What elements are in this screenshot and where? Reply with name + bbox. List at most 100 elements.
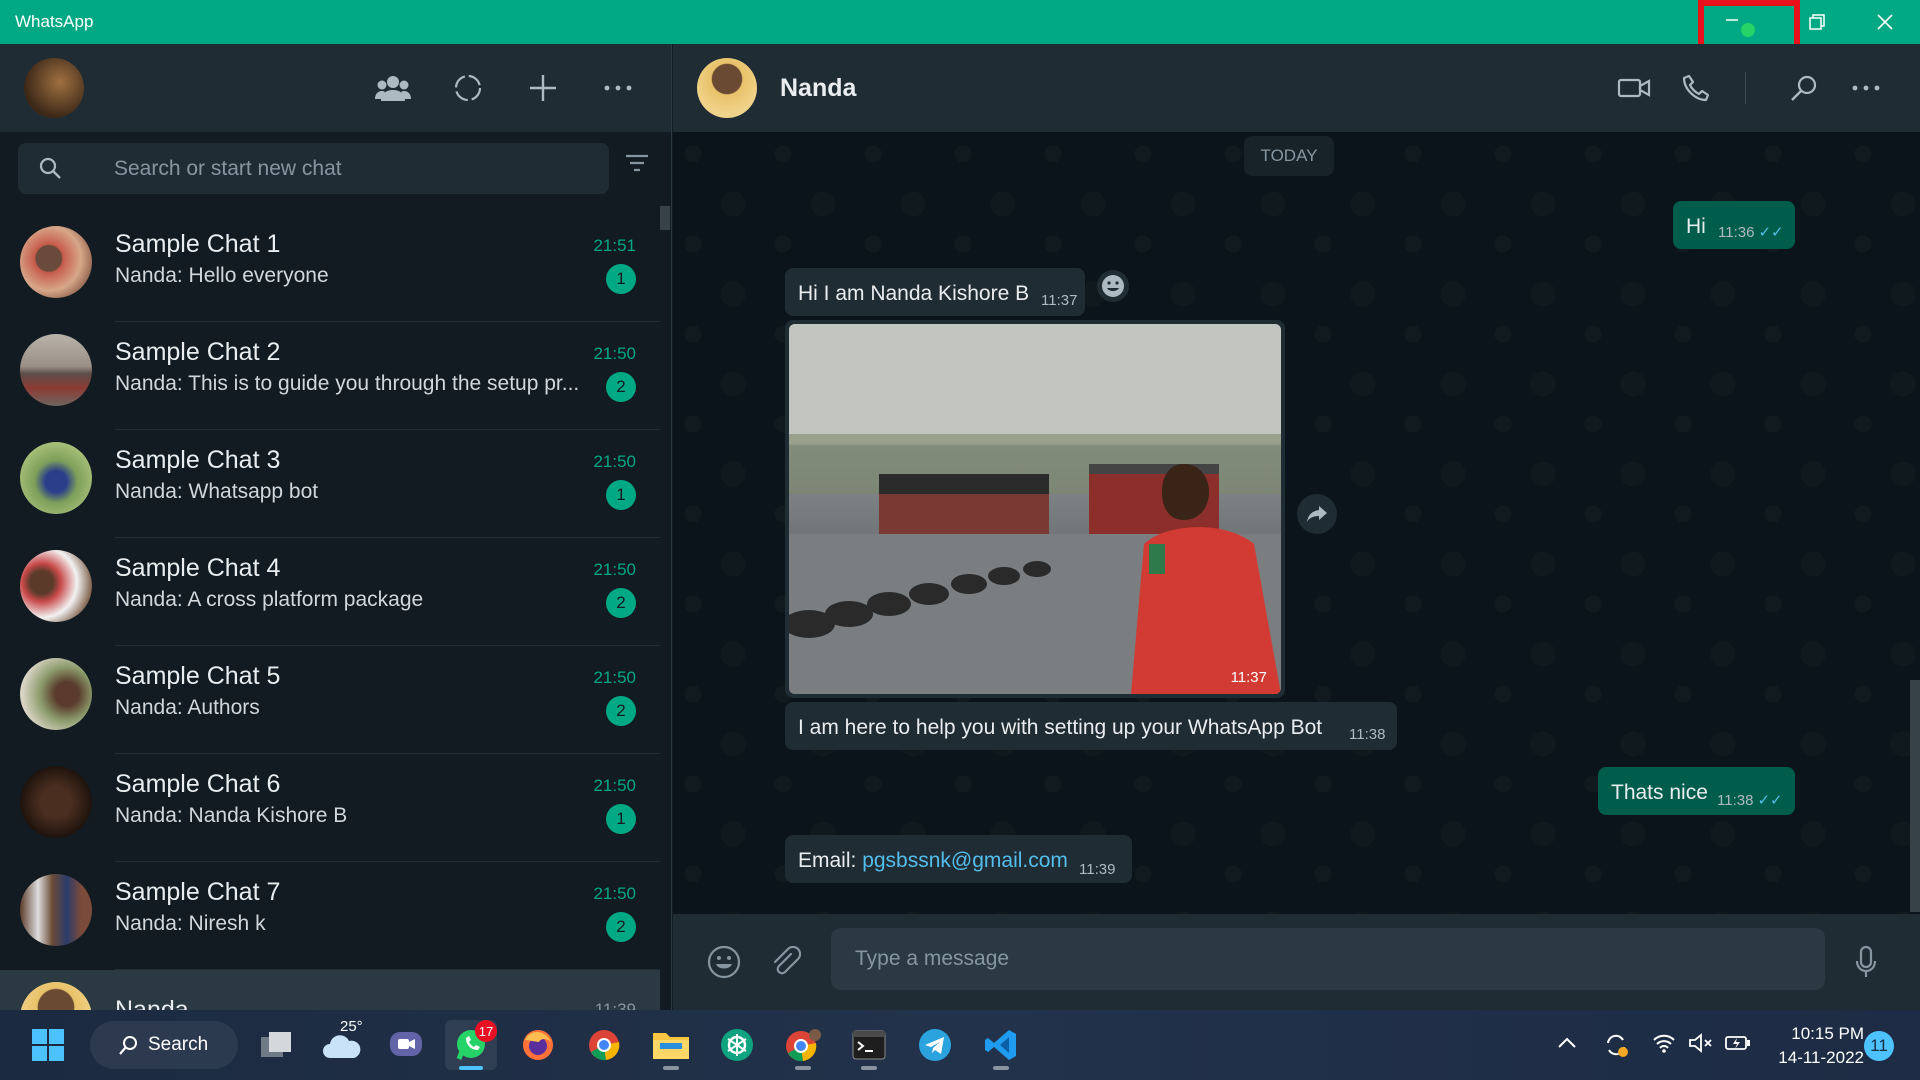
chat-item-sample-chat-4[interactable]: Sample Chat 4 Nanda: A cross platform pa… <box>0 538 660 646</box>
chat-item-sample-chat-7[interactable]: Sample Chat 7 Nanda: Niresh k 21:50 2 <box>0 862 660 970</box>
message-time: 11:38 <box>1349 726 1386 743</box>
message-composer <box>673 914 1920 1010</box>
chat-item-nanda[interactable]: Nanda 11:39 <box>0 970 660 1010</box>
chat-time: 21:50 <box>593 452 636 471</box>
filter-icon[interactable] <box>624 152 650 174</box>
chat-name: Sample Chat 5 <box>115 662 281 690</box>
microphone-icon[interactable] <box>1844 940 1888 984</box>
message-incoming[interactable]: Email: pgsbssnk@gmail.com 11:39 <box>785 835 1132 883</box>
chat-time: 21:50 <box>593 560 636 579</box>
chrome-profile-button[interactable] <box>777 1020 829 1070</box>
date-divider: TODAY <box>1244 136 1334 176</box>
chat-icon <box>390 1032 422 1056</box>
left-header <box>0 44 671 132</box>
message-time: 11:36 <box>1718 224 1755 241</box>
start-button[interactable] <box>22 1020 74 1070</box>
search-icon <box>119 1036 137 1055</box>
openai-icon <box>721 1029 753 1061</box>
message-time: 11:39 <box>1079 861 1116 878</box>
notification-center-badge[interactable]: 11 <box>1864 1031 1894 1061</box>
message-outgoing[interactable]: Thats nice 11:38 ✓✓ <box>1598 767 1795 815</box>
community-icon[interactable] <box>371 66 415 110</box>
forward-icon[interactable] <box>1297 494 1337 534</box>
chat-preview: Nanda: Hello everyone <box>115 264 329 287</box>
firefox-button[interactable] <box>512 1020 564 1070</box>
search-input[interactable] <box>114 143 584 194</box>
running-indicator <box>861 1066 877 1070</box>
terminal-button[interactable] <box>843 1020 895 1070</box>
message-image[interactable]: 11:37 <box>785 320 1285 698</box>
video-call-icon[interactable] <box>1612 66 1656 110</box>
message-text: Thats nice <box>1611 781 1708 804</box>
avatar <box>20 658 92 730</box>
photo[interactable]: 11:37 <box>789 324 1281 694</box>
wifi-button[interactable] <box>1652 1032 1676 1059</box>
close-button[interactable] <box>1850 0 1920 44</box>
system-clock[interactable]: 10:15 PM 14-11-2022 <box>1764 1022 1864 1070</box>
chat-name: Nanda <box>115 996 189 1010</box>
chat-item-sample-chat-3[interactable]: Sample Chat 3 Nanda: Whatsapp bot 21:50 … <box>0 430 660 538</box>
avatar <box>20 226 92 298</box>
chat-preview: Nanda: This is to guide you through the … <box>115 372 580 395</box>
chat-item-sample-chat-6[interactable]: Sample Chat 6 Nanda: Nanda Kishore B 21:… <box>0 754 660 862</box>
chat-name: Sample Chat 4 <box>115 554 281 582</box>
file-explorer-button[interactable] <box>645 1020 697 1070</box>
chat-preview: Nanda: Whatsapp bot <box>115 480 319 503</box>
restore-icon <box>1809 14 1825 30</box>
message-text: I am here to help you with setting up yo… <box>798 716 1323 739</box>
message-text: Hi <box>1686 215 1706 238</box>
emoji-icon[interactable] <box>702 940 746 984</box>
message-incoming[interactable]: Hi I am Nanda Kishore B 11:37 <box>785 268 1085 316</box>
conversation-header[interactable]: Nanda <box>673 44 1920 132</box>
message-incoming[interactable]: I am here to help you with setting up yo… <box>785 702 1397 750</box>
conversation-scrollbar[interactable] <box>1910 680 1920 912</box>
conversation-menu-icon[interactable] <box>1844 66 1888 110</box>
message-text: Hi I am Nanda Kishore B <box>798 282 1030 305</box>
status-icon[interactable] <box>446 66 490 110</box>
volume-button[interactable] <box>1688 1032 1714 1059</box>
windows-logo-icon <box>32 1029 64 1061</box>
search-messages-icon[interactable] <box>1782 66 1826 110</box>
task-view-button[interactable] <box>250 1020 302 1070</box>
chat-item-sample-chat-1[interactable]: Sample Chat 1 Nanda: Hello everyone 21:5… <box>0 214 660 322</box>
chat-time: 21:50 <box>593 668 636 687</box>
chat-name: Sample Chat 2 <box>115 338 281 366</box>
sync-status-button[interactable] <box>1603 1032 1629 1063</box>
widgets-button[interactable]: 25° <box>316 1018 368 1070</box>
chat-preview: Nanda: Niresh k <box>115 912 266 935</box>
chat-item-sample-chat-5[interactable]: Sample Chat 5 Nanda: Authors 21:50 2 <box>0 646 660 754</box>
chrome-button[interactable] <box>578 1020 630 1070</box>
chat-item-sample-chat-2[interactable]: Sample Chat 2 Nanda: This is to guide yo… <box>0 322 660 430</box>
message-text: Email: <box>798 849 863 872</box>
contact-avatar[interactable] <box>697 58 757 118</box>
attach-icon[interactable] <box>763 940 807 984</box>
profile-avatar[interactable] <box>24 58 84 118</box>
teams-chat-button[interactable] <box>380 1020 432 1070</box>
chatgpt-button[interactable] <box>711 1020 763 1070</box>
battery-button[interactable] <box>1724 1032 1752 1059</box>
battery-charging-icon <box>1725 1036 1750 1050</box>
avatar <box>20 334 92 406</box>
new-chat-icon[interactable] <box>521 66 565 110</box>
message-time: 11:38 <box>1717 792 1754 809</box>
avatar <box>20 982 92 1010</box>
clock-time: 10:15 PM <box>1791 1024 1864 1043</box>
chat-name: Sample Chat 3 <box>115 446 281 474</box>
message-input[interactable] <box>831 928 1825 990</box>
whatsapp-taskbar-button[interactable]: 17 <box>445 1020 497 1070</box>
active-indicator <box>459 1066 483 1070</box>
volume-muted-icon <box>1689 1033 1712 1053</box>
chat-list-scrollbar[interactable] <box>660 206 670 230</box>
chat-preview: Nanda: Nanda Kishore B <box>115 804 348 827</box>
menu-icon[interactable] <box>596 66 640 110</box>
avatar <box>20 874 92 946</box>
voice-call-icon[interactable] <box>1674 66 1718 110</box>
email-link[interactable]: pgsbssnk@gmail.com <box>862 849 1068 872</box>
message-outgoing[interactable]: Hi 11:36 ✓✓ <box>1673 201 1795 249</box>
taskbar-search[interactable]: Search <box>90 1021 238 1069</box>
reaction-emoji-icon[interactable] <box>1097 270 1129 302</box>
contact-name[interactable]: Nanda <box>780 74 856 103</box>
vscode-button[interactable] <box>975 1020 1027 1070</box>
show-hidden-icons-button[interactable] <box>1556 1032 1578 1059</box>
telegram-button[interactable] <box>909 1020 961 1070</box>
